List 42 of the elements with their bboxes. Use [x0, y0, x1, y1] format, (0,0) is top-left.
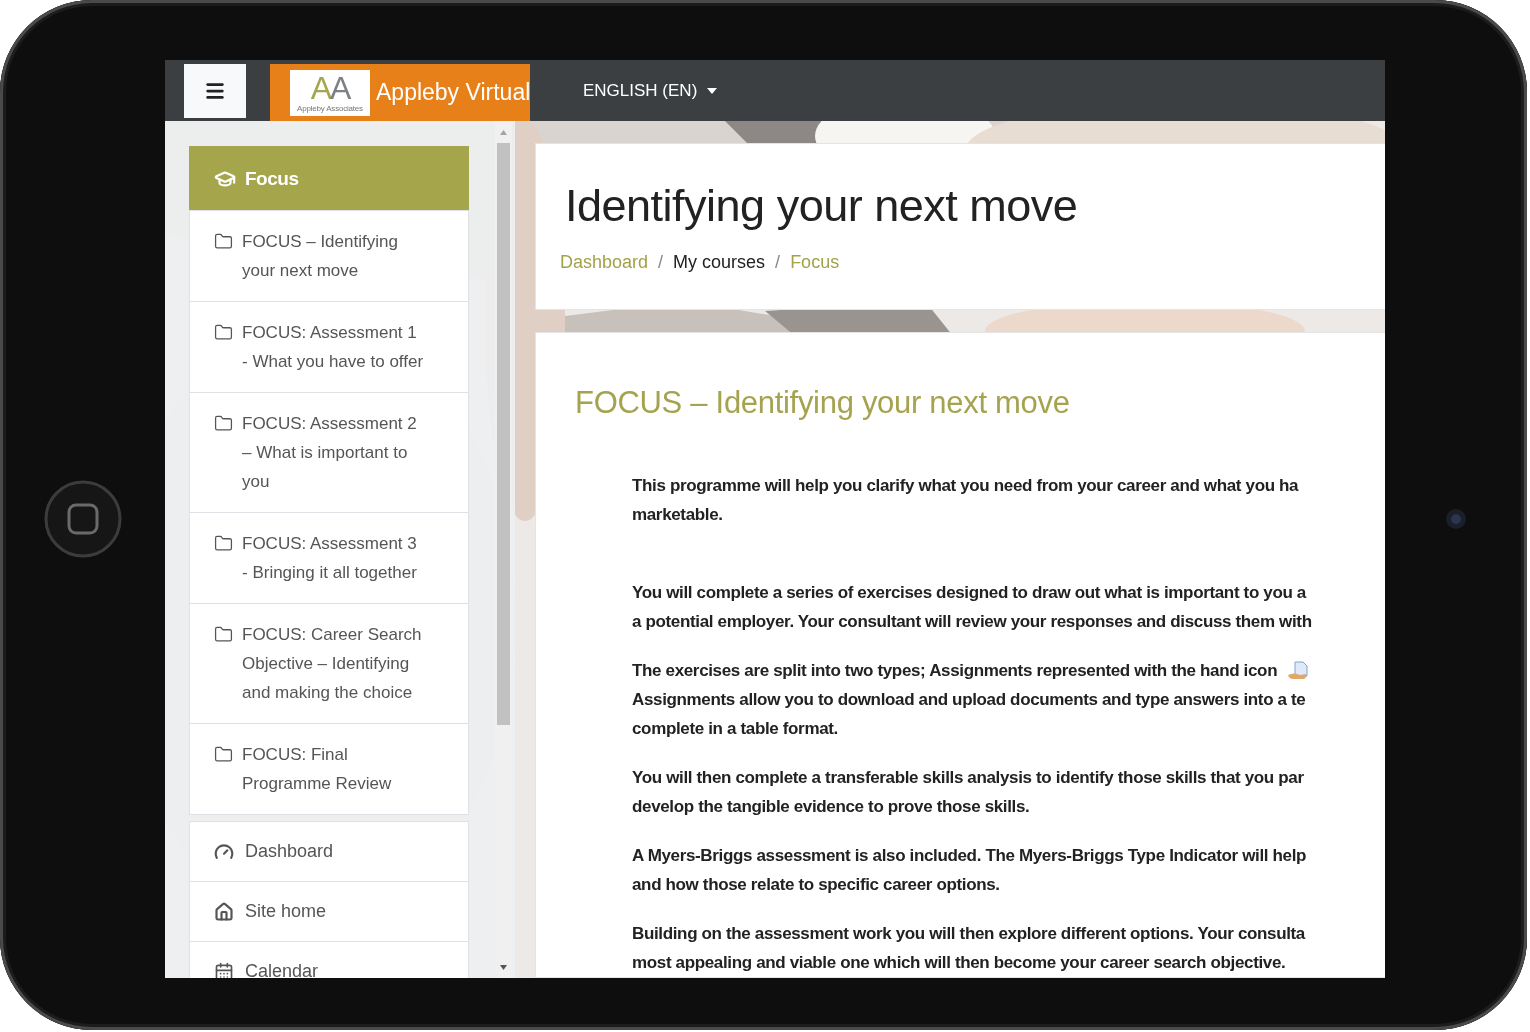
folder-icon	[214, 323, 233, 342]
paragraph-line: You will then complete a transferable skills analysis to identify those skills that you par	[632, 767, 1304, 789]
folder-icon	[214, 232, 233, 251]
sidebar-item[interactable]: Calendar	[189, 941, 469, 978]
breadcrumb-separator: /	[775, 252, 781, 273]
page-title: Identifying your next move	[565, 179, 1079, 233]
calendar-icon	[214, 961, 234, 978]
sidebar-item[interactable]: FOCUS: Assessment 3 - Bringing it all together	[189, 512, 469, 604]
folder-icon	[214, 534, 233, 553]
section-title: FOCUS – Identifying your next move	[575, 384, 1071, 422]
paragraph-line: most appealing and viable one which will then become your career search objective.	[632, 952, 1286, 974]
language-menu[interactable]: ENGLISH (EN)	[583, 80, 718, 101]
paragraph-line: You will complete a series of exercises designed to draw out what is important to you a	[632, 582, 1306, 604]
paragraph-line: a potential employer. Your consultant will review your responses and discuss them with	[632, 611, 1312, 633]
logo: AA Appleby Associates	[290, 69, 370, 116]
paragraph-line: and how those relate to specific career options.	[632, 874, 1000, 896]
paragraph-line: marketable.	[632, 504, 723, 526]
sidebar-item[interactable]: FOCUS: Assessment 2 – What is important to you	[189, 392, 469, 513]
breadcrumb-link[interactable]: My courses	[673, 252, 766, 273]
folder-icon	[214, 414, 233, 433]
home-button[interactable]	[43, 480, 122, 558]
breadcrumb-separator: /	[658, 252, 664, 273]
folder-icon	[214, 745, 233, 764]
sidebar-item[interactable]: FOCUS – Identifying your next move	[189, 210, 469, 302]
menu-button[interactable]	[184, 63, 246, 118]
sidebar-item[interactable]: FOCUS: Assessment 1 - What you have to offer	[189, 301, 469, 393]
house-icon	[214, 901, 234, 922]
paragraph-line: Assignments allow you to download and upload documents and type answers into a te	[632, 689, 1306, 711]
paragraph-line: develop the tangible evidence to prove those skills.	[632, 796, 1030, 818]
camera-lens	[1445, 508, 1467, 530]
sidebar-item[interactable]: Site home	[189, 881, 469, 942]
sidebar-item[interactable]: FOCUS: Final Programme Review	[189, 723, 469, 815]
paragraph-line: This programme will help you clarify what you need from your career and what you ha	[632, 475, 1299, 497]
paragraph-line: Building on the assessment work you will then explore different options. Your consulta	[632, 923, 1305, 945]
sidebar-item[interactable]: Dashboard	[189, 821, 469, 882]
caret-icon	[707, 87, 718, 94]
paragraph-line: complete in a table format.	[632, 718, 838, 740]
gauge-icon	[214, 841, 234, 862]
paragraph-line: A Myers-Briggs assessment is also included. The Myers-Briggs Type Indicator will help	[632, 845, 1307, 867]
sidebar-item[interactable]: FOCUS: Career Search Objective – Identifying and making the choice	[189, 603, 469, 724]
paragraph-line: The exercises are split into two types; Assignments represented with the hand icon	[632, 660, 1278, 682]
folder-icon	[214, 625, 233, 644]
